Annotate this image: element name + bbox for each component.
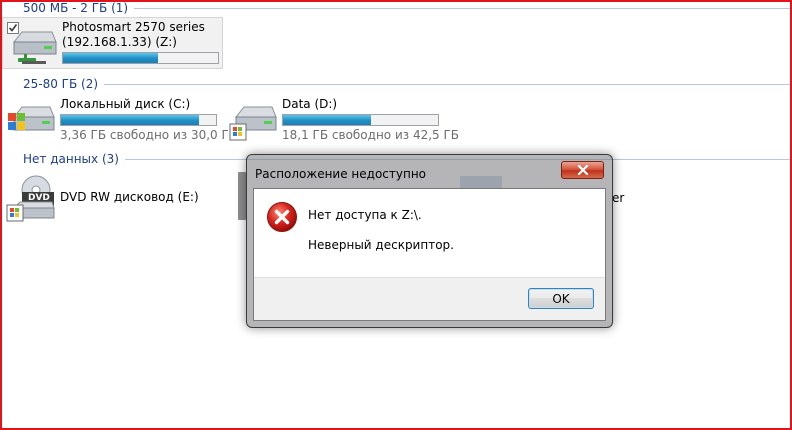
drive-data-d[interactable]: Data (D:) 18,1 ГБ свободно из 42,5 ГБ xyxy=(228,97,459,145)
drive-usage-bar xyxy=(60,114,217,126)
drive-name: Photosmart 2570 series xyxy=(62,20,205,34)
dialog-content: Нет доступа к Z:\. Неверный дескриптор. xyxy=(254,189,605,277)
drive-name: Data (D:) xyxy=(282,97,338,111)
drive-local-c[interactable]: Локальный диск (C:) 3,36 ГБ свободно из … xyxy=(6,97,237,145)
group-label: Нет данных (3) xyxy=(23,152,119,166)
error-icon xyxy=(267,202,297,232)
group-header-25-80gb[interactable]: 25-80 ГБ (2) xyxy=(23,76,792,92)
error-dialog[interactable]: Расположение недоступно Нет доступа к Z:… xyxy=(246,154,613,328)
hidden-drive-icon-fragment xyxy=(238,172,246,220)
drive-usage-bar xyxy=(282,114,439,126)
hard-drive-icon xyxy=(228,97,278,145)
group-label: 25-80 ГБ (2) xyxy=(23,77,99,91)
drive-usage-fill xyxy=(283,115,372,125)
group-label: 500 МБ - 2 ГБ (1) xyxy=(23,1,129,15)
drive-network-z[interactable]: Photosmart 2570 series (192.168.1.33) (Z… xyxy=(8,20,219,68)
group-divider xyxy=(134,7,792,9)
drive-name: DVD RW дисковод (E:) xyxy=(60,190,199,204)
dialog-title: Расположение недоступно xyxy=(255,167,427,181)
drive-name: Локальный диск (C:) xyxy=(60,97,191,111)
drive-free-space: 3,36 ГБ свободно из 30,0 ГБ xyxy=(60,128,238,142)
dialog-detail: Неверный дескриптор. xyxy=(308,238,454,252)
dvd-icon-label: DVD xyxy=(28,193,50,203)
group-header-500mb-2gb[interactable]: 500 МБ - 2 ГБ (1) xyxy=(23,0,792,16)
drive-free-space: 18,1 ГБ свободно из 42,5 ГБ xyxy=(282,128,460,142)
drive-usage-fill xyxy=(61,115,199,125)
drive-usage-fill xyxy=(63,53,158,63)
hidden-drive-label-fragment: er xyxy=(612,191,625,205)
dialog-message: Нет доступа к Z:\. xyxy=(308,208,422,222)
dvd-drive-icon: DVD xyxy=(6,174,56,222)
drive-subtitle: (192.168.1.33) (Z:) xyxy=(62,35,177,49)
windows-drive-icon xyxy=(6,97,56,145)
dialog-close-button[interactable] xyxy=(561,161,604,179)
group-divider xyxy=(104,83,792,85)
drive-usage-bar xyxy=(62,52,219,64)
close-icon xyxy=(577,165,588,175)
ok-button[interactable]: OK xyxy=(528,288,594,309)
drive-select-checkbox[interactable] xyxy=(7,22,19,34)
drive-dvd-e[interactable]: DVD DVD RW дисковод (E:) xyxy=(6,174,199,222)
dialog-body: Нет доступа к Z:\. Неверный дескриптор. … xyxy=(253,188,606,321)
dialog-footer: OK xyxy=(254,277,605,320)
